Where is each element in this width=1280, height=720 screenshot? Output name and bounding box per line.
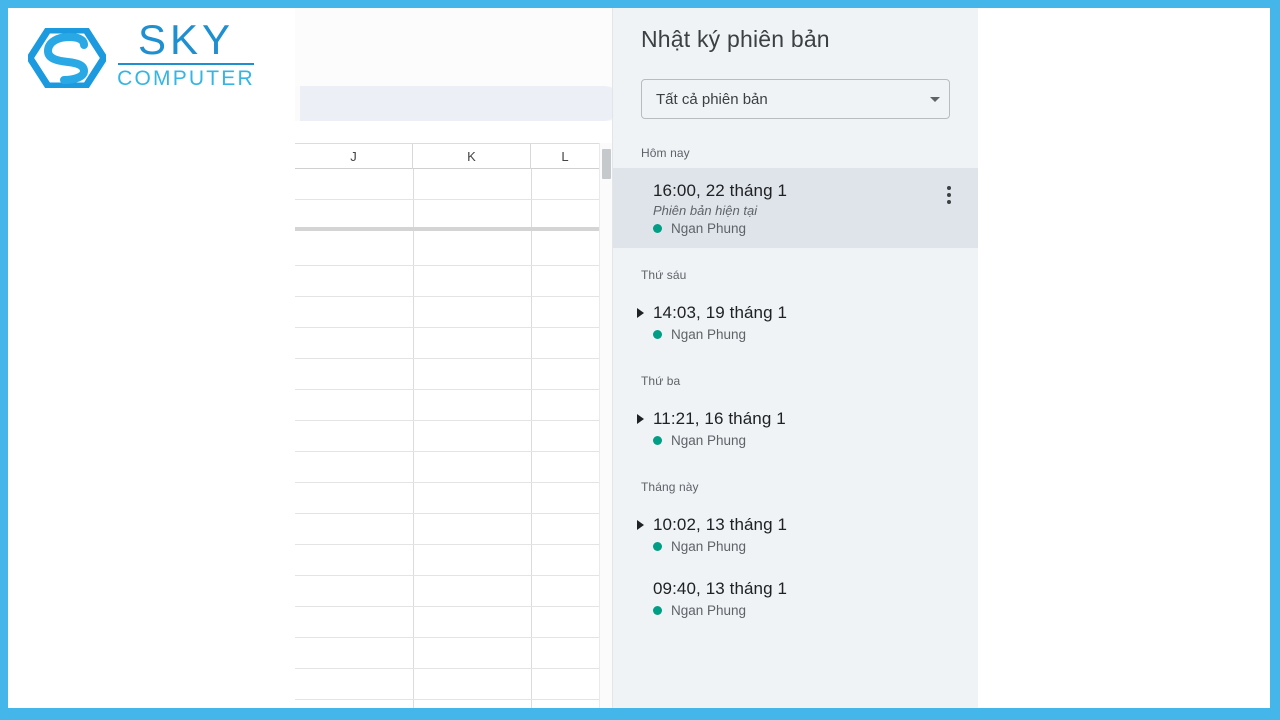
- chevron-down-icon: [921, 96, 949, 102]
- author-color-dot-icon: [653, 330, 662, 339]
- grid-row[interactable]: [295, 390, 612, 421]
- version-author: Ngan Phung: [653, 327, 978, 342]
- grid-row[interactable]: [295, 700, 612, 708]
- grid-row[interactable]: [295, 169, 612, 200]
- version-author-name: Ngan Phung: [671, 327, 747, 342]
- expand-triangle-icon[interactable]: [637, 520, 644, 530]
- spreadsheet-toolbar-area: [295, 8, 612, 86]
- version-list-item[interactable]: 14:03, 19 tháng 1 Ngan Phung: [613, 290, 978, 354]
- more-vert-icon[interactable]: [936, 182, 962, 208]
- version-group-header: Thứ sáu: [641, 268, 687, 282]
- version-author-name: Ngan Phung: [671, 221, 747, 236]
- spreadsheet-highlight-bar: [300, 86, 612, 121]
- grid-row[interactable]: [295, 514, 612, 545]
- version-timestamp: 14:03, 19 tháng 1: [653, 303, 788, 322]
- version-timestamp: 16:00, 22 tháng 1: [653, 181, 788, 200]
- column-header-l[interactable]: L: [531, 144, 599, 169]
- column-header-j[interactable]: J: [295, 144, 413, 169]
- grid-row[interactable]: [295, 359, 612, 390]
- version-filter-select[interactable]: Tất cả phiên bản: [641, 79, 950, 119]
- author-color-dot-icon: [653, 606, 662, 615]
- version-author: Ngan Phung: [653, 221, 978, 236]
- spreadsheet-gap: [295, 121, 612, 143]
- version-list-item[interactable]: 11:21, 16 tháng 1 Ngan Phung: [613, 396, 978, 460]
- brand-wordmark: SKY COMPUTER: [116, 16, 256, 91]
- version-group-header: Thứ ba: [641, 374, 681, 388]
- sky-hexagon-s-logo-icon: [25, 26, 109, 93]
- version-subtitle: Phiên bản hiện tại: [653, 203, 758, 218]
- spreadsheet-grid[interactable]: [295, 169, 612, 708]
- grid-row[interactable]: [295, 421, 612, 452]
- version-author: Ngan Phung: [653, 539, 978, 554]
- version-author-name: Ngan Phung: [671, 539, 747, 554]
- expand-triangle-icon[interactable]: [637, 414, 644, 424]
- version-list[interactable]: Hôm nay 16:00, 22 tháng 1 Phiên bản hiện t…: [613, 136, 978, 708]
- version-history-panel: Nhật ký phiên bản Tất cả phiên bản Hôm n…: [612, 8, 978, 708]
- expand-triangle-icon[interactable]: [637, 308, 644, 318]
- version-list-item[interactable]: 10:02, 13 tháng 1 Ngan Phung: [613, 502, 978, 566]
- grid-row[interactable]: [295, 638, 612, 669]
- spreadsheet-scrollbar[interactable]: [599, 143, 612, 708]
- brand-name-bottom: COMPUTER: [117, 67, 255, 90]
- grid-row[interactable]: [295, 235, 612, 266]
- version-list-item[interactable]: 16:00, 22 tháng 1 Phiên bản hiện tại Ngan …: [613, 168, 978, 248]
- grid-row[interactable]: [295, 545, 612, 576]
- brand-name-top: SKY: [137, 16, 235, 63]
- column-header-k[interactable]: K: [413, 144, 531, 169]
- version-group-header: Hôm nay: [641, 146, 690, 160]
- blue-border-frame: SKY COMPUTER J K L Nhật ký phiên bản Tất…: [0, 0, 1280, 720]
- author-color-dot-icon: [653, 436, 662, 445]
- grid-row[interactable]: [295, 266, 612, 297]
- version-author: Ngan Phung: [653, 433, 978, 448]
- spreadsheet-column-headers: J K L: [295, 143, 612, 169]
- grid-row[interactable]: [295, 297, 612, 328]
- version-author-name: Ngan Phung: [671, 603, 747, 618]
- grid-row[interactable]: [295, 607, 612, 638]
- grid-row[interactable]: [295, 452, 612, 483]
- grid-row[interactable]: [295, 669, 612, 700]
- version-filter-value: Tất cả phiên bản: [656, 90, 768, 108]
- author-color-dot-icon: [653, 542, 662, 551]
- grid-row[interactable]: [295, 328, 612, 359]
- brand-logo: SKY COMPUTER: [20, 16, 254, 93]
- version-author: Ngan Phung: [653, 603, 978, 618]
- spreadsheet-scrollbar-thumb[interactable]: [602, 149, 611, 179]
- grid-row[interactable]: [295, 200, 612, 231]
- version-list-item[interactable]: 09:40, 13 tháng 1 Ngan Phung: [613, 566, 978, 630]
- page-canvas: SKY COMPUTER J K L Nhật ký phiên bản Tất…: [8, 8, 1270, 708]
- grid-row[interactable]: [295, 576, 612, 607]
- author-color-dot-icon: [653, 224, 662, 233]
- version-group-header: Tháng này: [641, 480, 699, 494]
- page-title: Nhật ký phiên bản: [641, 26, 830, 52]
- version-timestamp: 10:02, 13 tháng 1: [653, 515, 788, 534]
- spreadsheet-region: J K L: [295, 8, 612, 708]
- version-author-name: Ngan Phung: [671, 433, 747, 448]
- grid-row[interactable]: [295, 483, 612, 514]
- brand-divider: [118, 63, 254, 65]
- version-timestamp: 11:21, 16 tháng 1: [653, 409, 786, 428]
- version-timestamp: 09:40, 13 tháng 1: [653, 579, 788, 598]
